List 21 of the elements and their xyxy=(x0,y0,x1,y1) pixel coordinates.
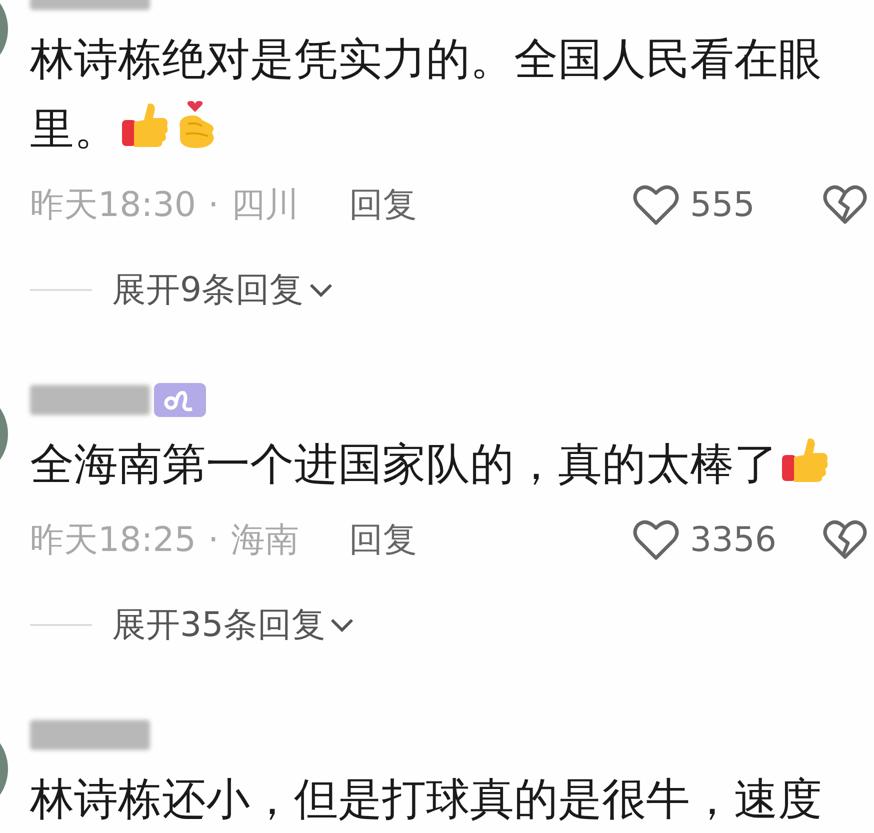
reply-link[interactable]: 回复 xyxy=(348,182,417,228)
comment-text: 林诗栋还小，但是打球真的是很牛，速度 xyxy=(30,773,823,827)
like-count: 555 xyxy=(690,185,755,225)
separator: · xyxy=(208,185,219,225)
expand-replies-link[interactable]: 展开9条回复 xyxy=(112,267,304,313)
comment-text: 全海南第一个进国家队的，真的太棒了 xyxy=(30,430,840,500)
like-count: 3356 xyxy=(690,520,777,560)
comment-text: 林诗栋绝对是凭实力的。全国人民看在眼里。 xyxy=(30,33,823,157)
comment-time: 昨天18:25 xyxy=(30,519,196,562)
comment-location: 海南 xyxy=(230,519,299,562)
expand-replies-link[interactable]: 展开35条回复 xyxy=(112,602,326,648)
comment-location: 四川 xyxy=(230,184,299,227)
heart-icon[interactable] xyxy=(632,518,680,562)
heart-icon[interactable] xyxy=(632,183,680,227)
separator: · xyxy=(208,520,219,560)
reply-link[interactable]: 回复 xyxy=(348,517,417,563)
chevron-down-icon[interactable] xyxy=(329,616,356,634)
broken-heart-icon[interactable] xyxy=(822,184,868,226)
comment-time: 昨天18:30 xyxy=(30,184,196,227)
broken-heart-icon[interactable] xyxy=(822,519,868,561)
chevron-down-icon[interactable] xyxy=(308,281,334,299)
